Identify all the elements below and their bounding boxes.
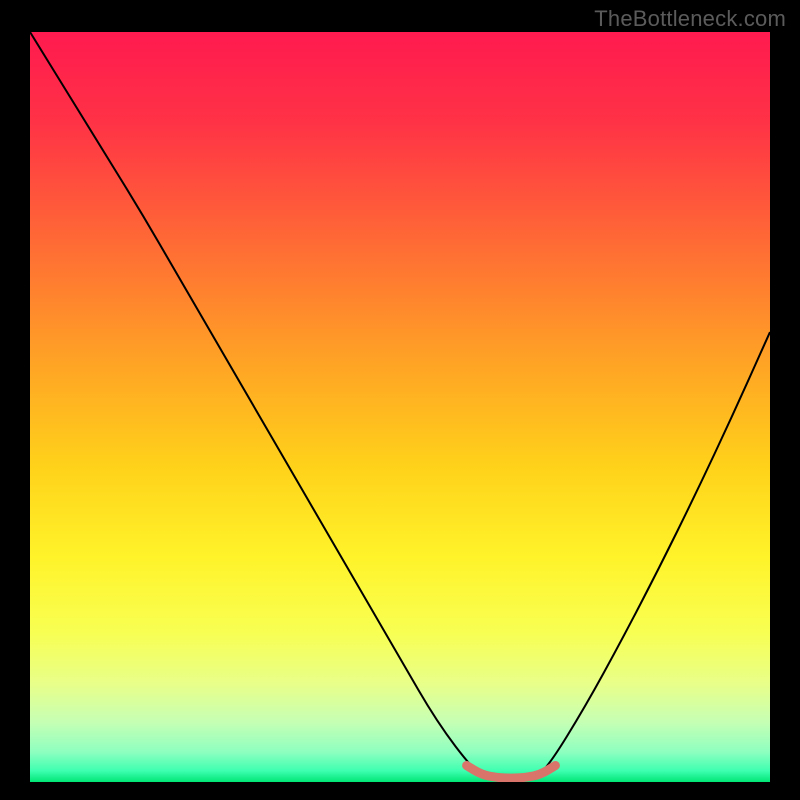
chart-plot-area (30, 32, 770, 782)
gradient-background (30, 32, 770, 782)
watermark-text: TheBottleneck.com (594, 6, 786, 32)
